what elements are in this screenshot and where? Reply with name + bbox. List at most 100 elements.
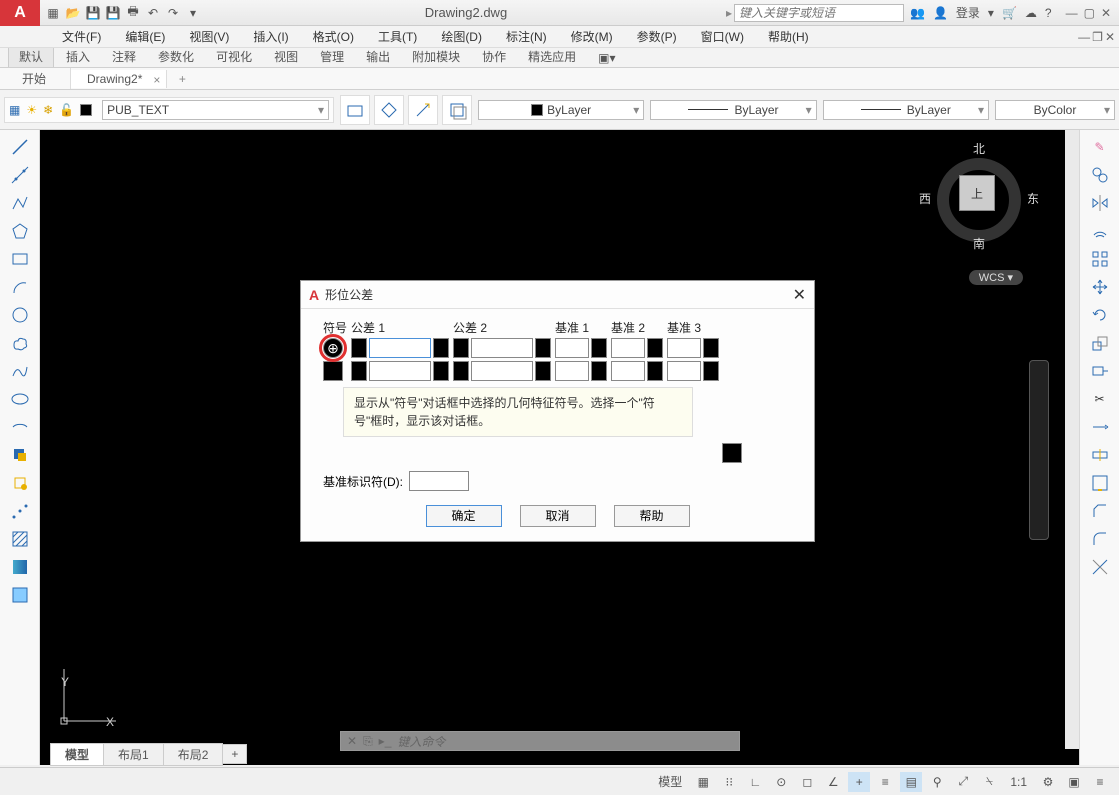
doc-tab-drawing2[interactable]: Drawing2*× (71, 70, 167, 88)
sb-sc-icon[interactable]: ⤢ (952, 772, 974, 792)
help-button[interactable]: 帮助 (614, 505, 690, 527)
sb-qp-icon[interactable]: ⚲ (926, 772, 948, 792)
command-line[interactable]: ✕ ⎘ ▸_ 键入命令 (340, 731, 740, 751)
ribbon-tab-annotate[interactable]: 注释 (102, 46, 146, 67)
menu-insert[interactable]: 插入(I) (241, 26, 300, 47)
ribbon-tab-collab[interactable]: 协作 (472, 46, 516, 67)
mdi-restore-icon[interactable]: ❐ (1092, 30, 1103, 44)
ok-button[interactable]: 确定 (426, 505, 502, 527)
layer-lock-icon[interactable]: 🔓 (59, 103, 74, 117)
hatch-icon[interactable] (6, 526, 34, 552)
gradient-icon[interactable] (6, 554, 34, 580)
menu-view[interactable]: 视图(V) (177, 26, 241, 47)
dialog-close-icon[interactable]: ✕ (793, 285, 806, 305)
layer-iso-icon[interactable] (374, 95, 404, 125)
symbol-cell-2[interactable] (323, 361, 343, 381)
cmd-options-icon[interactable]: ⎘ (363, 734, 373, 749)
layer-states-icon[interactable] (340, 95, 370, 125)
mdi-minimize-icon[interactable]: — (1078, 30, 1090, 44)
offset-icon[interactable] (1086, 218, 1114, 244)
menu-parametric[interactable]: 参数(P) (625, 26, 689, 47)
ribbon-tab-parametric[interactable]: 参数化 (148, 46, 204, 67)
explode-icon[interactable] (1086, 554, 1114, 580)
minimize-icon[interactable]: — (1066, 6, 1078, 20)
tol1-dia-2[interactable] (351, 361, 367, 381)
mdi-close-icon[interactable]: ✕ (1105, 30, 1115, 44)
d3-value-1[interactable] (667, 338, 701, 358)
tol1-dia-1[interactable] (351, 338, 367, 358)
d1-mc-1[interactable] (591, 338, 607, 358)
d1-mc-2[interactable] (591, 361, 607, 381)
tol1-mc-2[interactable] (433, 361, 449, 381)
tol2-value-2[interactable] (471, 361, 533, 381)
infocenter-icon[interactable]: 👥 (910, 6, 925, 20)
d1-value-2[interactable] (555, 361, 589, 381)
proj-tol-mc[interactable] (722, 443, 742, 463)
d2-mc-1[interactable] (647, 338, 663, 358)
ribbon-tab-visualize[interactable]: 可视化 (206, 46, 262, 67)
viewcube-south[interactable]: 南 (919, 235, 1039, 252)
sb-snap-icon[interactable]: ⁝⁝ (718, 772, 740, 792)
menu-format[interactable]: 格式(O) (301, 26, 366, 47)
menu-help[interactable]: 帮助(H) (756, 26, 821, 47)
layer-dropdown[interactable]: PUB_TEXT▾ (102, 100, 329, 120)
close-icon[interactable]: ✕ (1101, 6, 1111, 20)
ellipse-icon[interactable] (6, 386, 34, 412)
copy-icon[interactable] (1086, 162, 1114, 188)
signin-dd-icon[interactable]: ▾ (988, 6, 994, 20)
d2-value-2[interactable] (611, 361, 645, 381)
construction-line-icon[interactable] (6, 162, 34, 188)
ribbon-tab-addins[interactable]: 附加模块 (402, 46, 470, 67)
app-logo[interactable]: A (0, 0, 40, 26)
spline-icon[interactable] (6, 358, 34, 384)
signin-label[interactable]: 登录 (956, 4, 980, 21)
layer-freeze-icon[interactable]: ❄ (43, 103, 53, 117)
join-icon[interactable] (1086, 470, 1114, 496)
menu-tools[interactable]: 工具(T) (366, 26, 429, 47)
ribbon-tab-featured[interactable]: 精选应用 (518, 46, 586, 67)
sb-dyn-icon[interactable]: + (848, 772, 870, 792)
plotstyle-dropdown[interactable]: ByColor▾ (995, 100, 1115, 120)
tol1-value-1[interactable] (369, 338, 431, 358)
stretch-icon[interactable] (1086, 358, 1114, 384)
tol1-value-2[interactable] (369, 361, 431, 381)
rotate-icon[interactable] (1086, 302, 1114, 328)
save-icon[interactable]: 💾 (84, 4, 102, 22)
fillet-icon[interactable] (1086, 526, 1114, 552)
sb-gear-icon[interactable]: ⚙ (1037, 772, 1059, 792)
open-icon[interactable]: 📂 (64, 4, 82, 22)
viewcube-top[interactable]: 上 (959, 175, 995, 211)
redo-icon[interactable]: ↷ (164, 4, 182, 22)
break-icon[interactable] (1086, 442, 1114, 468)
d1-value-1[interactable] (555, 338, 589, 358)
ribbon-tab-manage[interactable]: 管理 (310, 46, 354, 67)
layout-tab-2[interactable]: 布局2 (163, 743, 224, 766)
arc-icon[interactable] (6, 274, 34, 300)
move-icon[interactable] (1086, 274, 1114, 300)
view-cube[interactable]: 北 南 西 东 上 (919, 140, 1039, 260)
tol2-mc-1[interactable] (535, 338, 551, 358)
cancel-button[interactable]: 取消 (520, 505, 596, 527)
d3-mc-2[interactable] (703, 361, 719, 381)
ribbon-tab-view[interactable]: 视图 (264, 46, 308, 67)
layout-tab-add-icon[interactable]: + (222, 744, 247, 764)
viewcube-west[interactable]: 西 (919, 190, 931, 207)
menu-dimension[interactable]: 标注(N) (494, 26, 559, 47)
ribbon-tab-insert[interactable]: 插入 (56, 46, 100, 67)
new-icon[interactable]: ▦ (44, 4, 62, 22)
help-icon[interactable]: ? (1045, 6, 1052, 20)
d2-mc-2[interactable] (647, 361, 663, 381)
tol2-mc-2[interactable] (535, 361, 551, 381)
polyline-icon[interactable] (6, 190, 34, 216)
eraser-icon[interactable]: ✎ (1086, 134, 1114, 160)
d3-mc-1[interactable] (703, 338, 719, 358)
d2-value-1[interactable] (611, 338, 645, 358)
layout-tab-model[interactable]: 模型 (50, 743, 104, 766)
tol2-dia-1[interactable] (453, 338, 469, 358)
sb-model[interactable]: 模型 (652, 773, 688, 790)
sb-osnap-icon[interactable]: ◻ (796, 772, 818, 792)
menu-edit[interactable]: 编辑(E) (113, 26, 177, 47)
sb-lwt-icon[interactable]: ≡ (874, 772, 896, 792)
rectangle-icon[interactable] (6, 246, 34, 272)
vertical-scrollbar[interactable] (1065, 130, 1079, 749)
